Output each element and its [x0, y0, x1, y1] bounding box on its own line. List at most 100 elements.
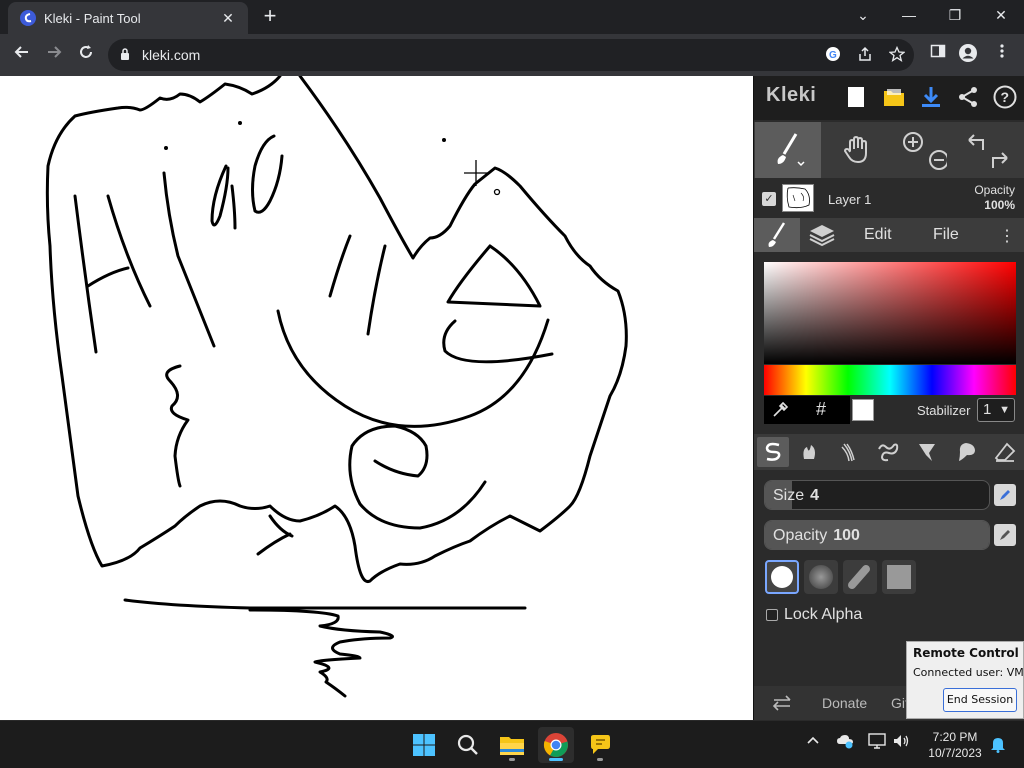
google-lens-icon[interactable]: G — [824, 46, 842, 64]
tab-search-icon[interactable]: ⌄ — [840, 0, 886, 30]
eraser-icon — [994, 442, 1016, 462]
hard-circle-icon — [771, 566, 793, 588]
layer-opacity: Opacity 100% — [974, 183, 1015, 213]
size-label: Size — [773, 487, 805, 504]
blend-brush-button[interactable] — [794, 437, 826, 467]
new-tab-button[interactable]: + — [258, 4, 282, 28]
hex-input-button[interactable]: # — [816, 399, 826, 420]
share-icon[interactable] — [955, 84, 981, 110]
file-explorer-icon[interactable] — [494, 727, 530, 763]
opacity-slider[interactable]: Opacity 100 — [764, 520, 990, 550]
network-icon[interactable] — [868, 733, 886, 752]
brush-icon — [768, 222, 786, 247]
notification-bell-icon[interactable] — [990, 735, 1006, 756]
canvas-drawing — [45, 76, 628, 698]
help-icon[interactable]: ? — [992, 84, 1018, 110]
search-icon[interactable] — [450, 727, 486, 763]
sketchy-brush-button[interactable] — [833, 437, 865, 467]
eraser-button[interactable] — [989, 437, 1021, 467]
url-text: kleki.com — [142, 47, 201, 63]
screen: Kleki - Paint Tool ✕ + ⌄ — ❐ ✕ kleki.com… — [0, 0, 1024, 768]
svg-text:G: G — [829, 50, 837, 61]
clock-time: 7:20 PM — [932, 730, 978, 744]
chisel-icon — [848, 565, 870, 589]
bookmark-star-icon[interactable] — [888, 45, 906, 64]
new-image-icon[interactable] — [843, 84, 869, 110]
pen-brush-button[interactable] — [757, 437, 789, 467]
share-icon[interactable] — [856, 46, 874, 64]
hand-tool-button[interactable] — [826, 126, 886, 174]
reload-icon[interactable] — [74, 43, 98, 67]
close-window-button[interactable]: ✕ — [978, 0, 1024, 30]
stabilizer-select[interactable]: 1 ▼ — [977, 398, 1015, 422]
taskbar-clock[interactable]: 7:20 PM 10/7/2023 — [920, 729, 990, 761]
tab-close-icon[interactable]: ✕ — [220, 10, 236, 27]
layer-opacity-value: 100% — [984, 198, 1015, 212]
drawing-canvas[interactable] — [0, 76, 753, 720]
end-session-button[interactable]: End Session — [943, 688, 1017, 712]
tray-overflow-chevron-icon[interactable] — [806, 733, 820, 750]
size-pressure-toggle[interactable] — [994, 484, 1016, 506]
color-saturation-picker[interactable] — [764, 262, 1016, 364]
chrome-active-indicator — [549, 758, 563, 761]
profile-avatar[interactable] — [956, 43, 980, 67]
connected-user-text: Connected user: VM1 — [913, 666, 1024, 679]
side-panel-icon[interactable] — [926, 43, 950, 67]
zoom-buttons[interactable] — [892, 126, 952, 174]
round-hard-tip-button[interactable] — [765, 560, 799, 594]
layer-thumbnail — [782, 184, 814, 212]
opacity-pressure-toggle[interactable] — [994, 524, 1016, 546]
lock-alpha-checkbox[interactable] — [766, 609, 778, 621]
tab-more-menu[interactable]: ⋮ — [999, 226, 1015, 246]
remote-control-popup: Remote Control Connected user: VM1 End S… — [906, 641, 1024, 719]
file-explorer-indicator — [509, 758, 515, 761]
pixel-brush-button[interactable] — [911, 437, 943, 467]
windows-start-icon[interactable] — [406, 727, 442, 763]
restore-button[interactable]: ❐ — [932, 0, 978, 30]
undo-redo-buttons[interactable] — [958, 126, 1018, 174]
minimize-button[interactable]: — — [886, 0, 932, 30]
layer-visibility-checkbox[interactable]: ✓ — [762, 192, 776, 206]
size-slider[interactable]: Size 4 — [764, 480, 990, 510]
forward-arrow-icon[interactable] — [42, 43, 66, 67]
square-tip-button[interactable] — [882, 560, 916, 594]
lock-alpha-toggle[interactable]: Lock Alpha — [766, 606, 862, 624]
sketchy-brush-icon — [841, 443, 855, 462]
chat-app-icon[interactable] — [582, 727, 618, 763]
tab-layers[interactable] — [808, 223, 836, 252]
volume-icon[interactable] — [892, 733, 910, 752]
back-arrow-icon[interactable] — [10, 43, 34, 67]
address-bar[interactable]: kleki.com G — [108, 39, 914, 71]
svg-text:?: ? — [1001, 89, 1010, 105]
onedrive-icon[interactable] — [836, 733, 854, 752]
layer-opacity-label: Opacity — [974, 183, 1015, 197]
opacity-label: Opacity — [773, 527, 828, 544]
kleki-header: Kleki ? — [754, 76, 1024, 120]
kleki-favicon-icon — [20, 10, 36, 26]
color-picker-panel: # — [764, 396, 850, 424]
donate-link[interactable]: Donate — [822, 695, 867, 711]
swap-icon[interactable] — [772, 695, 792, 716]
curve-brush-button[interactable] — [872, 437, 904, 467]
brush-tool-button[interactable] — [755, 122, 821, 178]
tab-edit[interactable]: Edit — [864, 226, 892, 244]
kleki-tool-row — [754, 122, 1024, 178]
secondary-color-swatch[interactable] — [852, 399, 874, 421]
download-icon[interactable] — [918, 84, 944, 110]
remote-control-title: Remote Control — [913, 646, 1019, 660]
browser-tab-strip: Kleki - Paint Tool ✕ + ⌄ — ❐ ✕ — [0, 0, 1024, 34]
browser-menu-icon[interactable] — [990, 43, 1014, 67]
tab-brush[interactable] — [754, 218, 800, 252]
chisel-tip-button[interactable] — [843, 560, 877, 594]
chemy-brush-button[interactable] — [950, 437, 982, 467]
hue-slider[interactable] — [764, 365, 1016, 395]
chrome-icon[interactable] — [538, 727, 574, 763]
browser-tab[interactable]: Kleki - Paint Tool ✕ — [8, 2, 248, 34]
layer-name: Layer 1 — [828, 192, 872, 207]
round-soft-tip-button[interactable] — [804, 560, 838, 594]
open-folder-icon[interactable] — [881, 84, 907, 110]
eyedropper-icon[interactable] — [770, 400, 790, 420]
tab-file[interactable]: File — [933, 226, 959, 244]
blend-brush-icon — [803, 445, 815, 459]
layer-row[interactable]: ✓ Layer 1 Opacity 100% — [754, 180, 1024, 218]
